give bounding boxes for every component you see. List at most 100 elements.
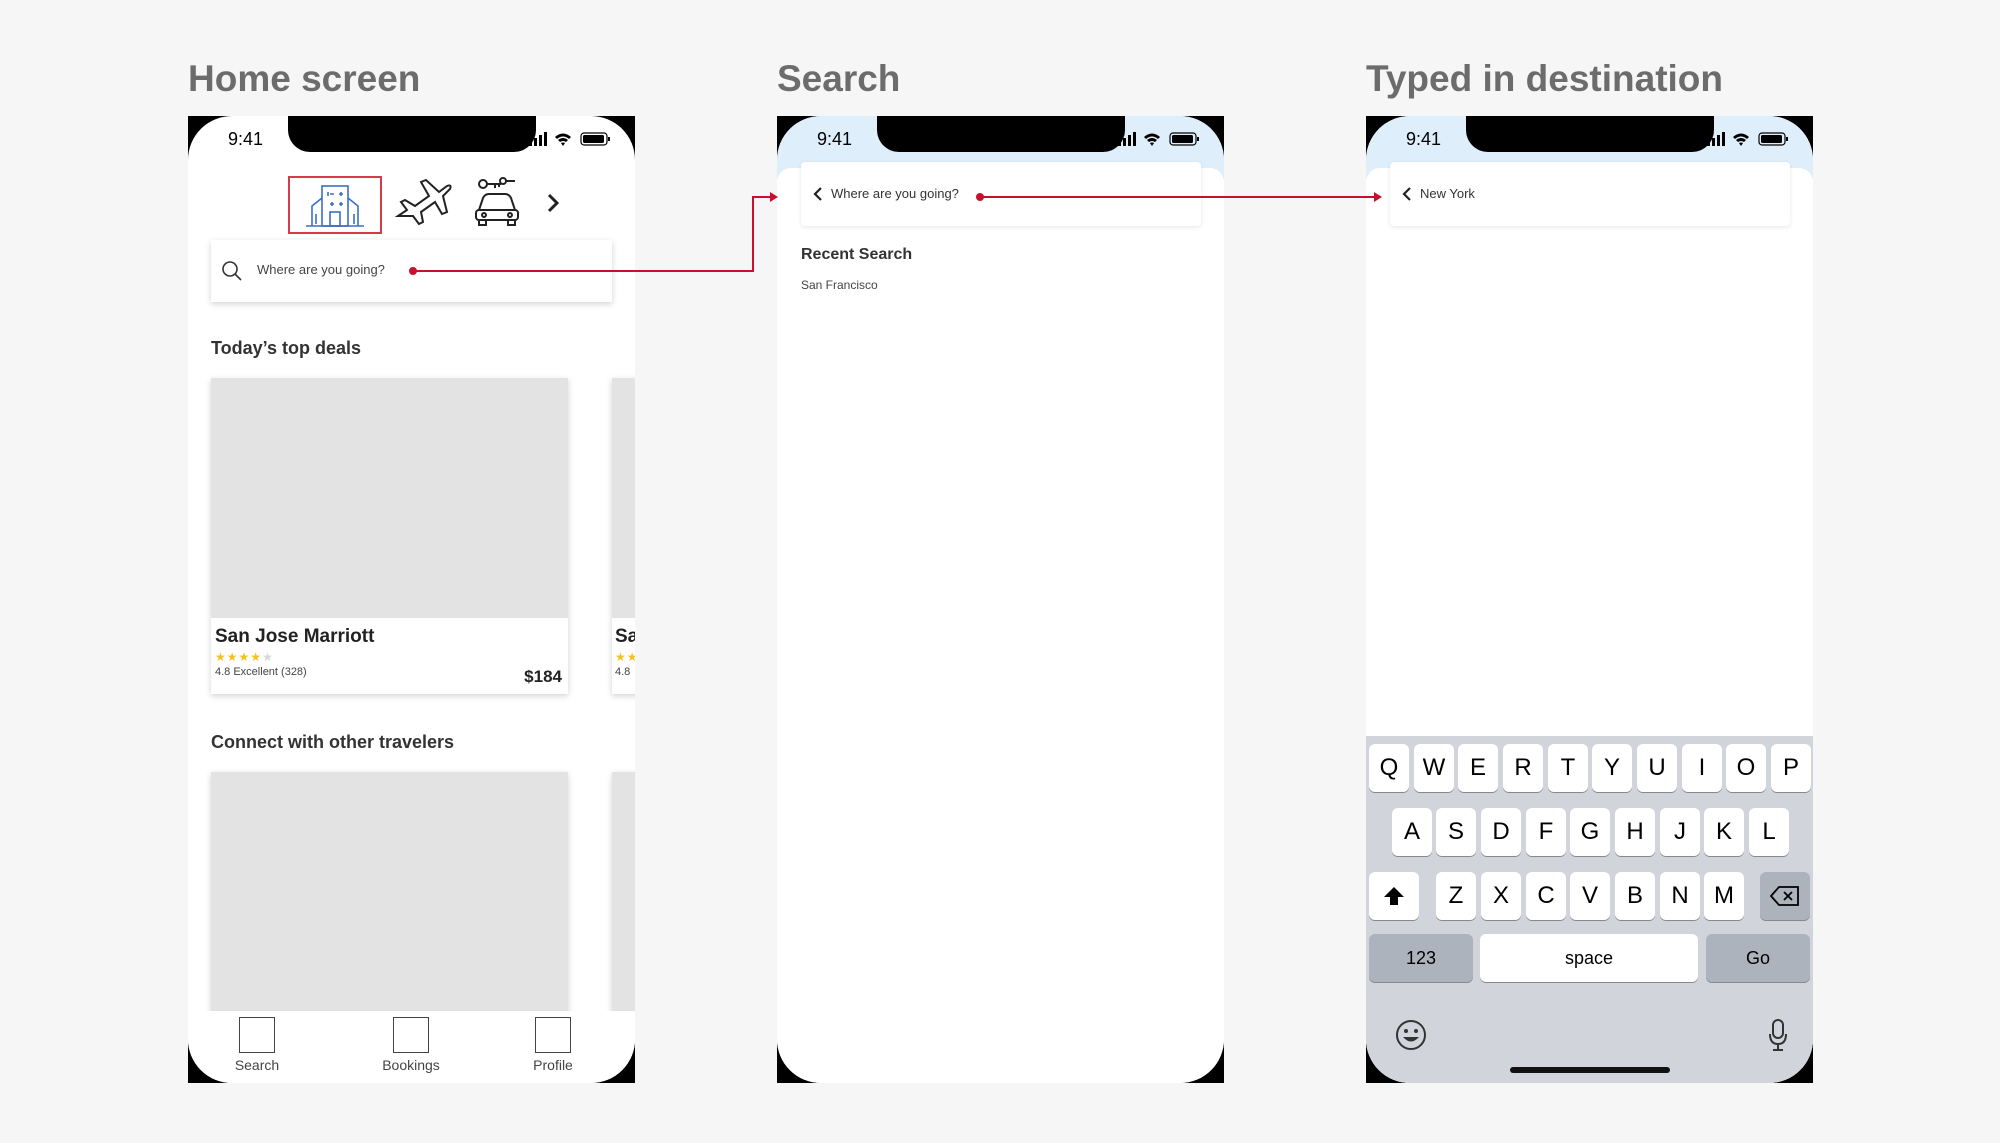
keyboard-row-2: A S D F G H J K L bbox=[1366, 808, 1813, 858]
star-rating: ★★★★★ bbox=[215, 650, 274, 664]
hotel-name: Sa bbox=[615, 626, 635, 647]
tab-search[interactable]: Search bbox=[212, 1017, 302, 1073]
star-icon: ★ bbox=[215, 650, 227, 664]
tab-search-icon bbox=[239, 1017, 275, 1053]
destination-value: New York bbox=[1420, 186, 1475, 201]
key-h[interactable]: H bbox=[1615, 808, 1655, 856]
keyboard-row-3: Z X C V B N M bbox=[1366, 872, 1813, 922]
key-v[interactable]: V bbox=[1570, 872, 1610, 920]
search-sheet bbox=[777, 168, 1224, 1083]
notch bbox=[877, 116, 1125, 152]
key-q[interactable]: Q bbox=[1369, 744, 1409, 792]
key-z[interactable]: Z bbox=[1436, 872, 1476, 920]
key-t[interactable]: T bbox=[1548, 744, 1588, 792]
status-icons bbox=[1707, 132, 1788, 146]
key-d[interactable]: D bbox=[1481, 808, 1521, 856]
tab-label: Search bbox=[234, 1057, 280, 1073]
car-rental-category-button[interactable] bbox=[473, 176, 521, 234]
rating-text: 4.8 Excellent (328) bbox=[215, 666, 307, 678]
status-icons bbox=[1118, 132, 1199, 146]
recent-search-heading: Recent Search bbox=[801, 246, 913, 263]
numbers-key[interactable]: 123 bbox=[1369, 934, 1473, 982]
home-indicator bbox=[1510, 1067, 1670, 1073]
traveler-image-placeholder bbox=[612, 772, 635, 1012]
chevron-right-icon bbox=[547, 193, 560, 213]
key-a[interactable]: A bbox=[1392, 808, 1432, 856]
key-g[interactable]: G bbox=[1570, 808, 1610, 856]
star-icon: ★ bbox=[226, 650, 239, 664]
deal-card-peek[interactable]: Sa ★★ 4.8 bbox=[612, 378, 635, 694]
search-phone: 9:41 Where are you going? Recent Search … bbox=[777, 116, 1224, 1083]
shift-key[interactable] bbox=[1369, 872, 1419, 920]
search-input[interactable]: Where are you going? bbox=[801, 162, 1201, 226]
rating-text: 4.8 bbox=[615, 666, 631, 678]
star-icon: ★ bbox=[238, 650, 251, 664]
keyboard-row-4: 123 space Go bbox=[1366, 934, 1813, 984]
deal-image-placeholder bbox=[612, 378, 635, 618]
key-r[interactable]: R bbox=[1503, 744, 1543, 792]
key-m[interactable]: M bbox=[1704, 872, 1744, 920]
status-time: 9:41 bbox=[1406, 129, 1442, 149]
hotel-name: San Jose Marriott bbox=[215, 626, 375, 647]
status-time: 9:41 bbox=[228, 129, 264, 149]
notch bbox=[288, 116, 536, 152]
car-rental-icon bbox=[475, 177, 519, 226]
keyboard-row-1: Q W E R T Y U I O P bbox=[1366, 744, 1813, 794]
key-y[interactable]: Y bbox=[1592, 744, 1632, 792]
star-rating: ★★ bbox=[615, 650, 635, 664]
search-placeholder: Where are you going? bbox=[257, 262, 385, 277]
key-x[interactable]: X bbox=[1481, 872, 1521, 920]
key-k[interactable]: K bbox=[1704, 808, 1744, 856]
flight-category-button[interactable] bbox=[393, 176, 453, 234]
tab-profile[interactable]: Profile bbox=[508, 1017, 598, 1073]
home-phone: 9:41 Where are you going? Today’s top de… bbox=[188, 116, 635, 1083]
emoji-icon[interactable] bbox=[1394, 1018, 1428, 1052]
key-s[interactable]: S bbox=[1436, 808, 1476, 856]
back-chevron-icon[interactable] bbox=[811, 186, 825, 202]
backspace-key[interactable] bbox=[1760, 872, 1810, 920]
search-placeholder: Where are you going? bbox=[831, 186, 959, 201]
key-b[interactable]: B bbox=[1615, 872, 1655, 920]
status-time: 9:41 bbox=[817, 129, 853, 149]
backspace-icon bbox=[1769, 886, 1799, 906]
typed-phone: 9:41 New York Q W E R T Y U I O P A S D … bbox=[1366, 116, 1813, 1083]
key-j[interactable]: J bbox=[1660, 808, 1700, 856]
destination-input[interactable]: New York bbox=[1390, 162, 1790, 226]
key-c[interactable]: C bbox=[1526, 872, 1566, 920]
notch bbox=[1466, 116, 1714, 152]
deal-card[interactable]: San Jose Marriott ★★★★★ 4.8 Excellent (3… bbox=[211, 378, 568, 694]
key-w[interactable]: W bbox=[1414, 744, 1454, 792]
hotel-category-button[interactable] bbox=[288, 176, 382, 234]
key-n[interactable]: N bbox=[1660, 872, 1700, 920]
search-screen-title: Search bbox=[777, 58, 901, 99]
recent-search-item[interactable]: San Francisco bbox=[801, 278, 878, 292]
key-l[interactable]: L bbox=[1749, 808, 1789, 856]
microphone-icon[interactable] bbox=[1768, 1018, 1788, 1052]
search-icon bbox=[222, 261, 242, 281]
key-e[interactable]: E bbox=[1458, 744, 1498, 792]
category-row bbox=[188, 176, 635, 240]
key-p[interactable]: P bbox=[1771, 744, 1811, 792]
more-categories-button[interactable] bbox=[538, 188, 568, 246]
key-u[interactable]: U bbox=[1637, 744, 1677, 792]
shift-icon bbox=[1384, 887, 1404, 905]
tab-label: Profile bbox=[533, 1057, 573, 1073]
status-icons bbox=[529, 132, 610, 146]
star-icon: ★ bbox=[262, 650, 274, 664]
connect-heading: Connect with other travelers bbox=[211, 732, 455, 752]
traveler-image-placeholder bbox=[211, 772, 568, 1012]
space-key[interactable]: space bbox=[1480, 934, 1698, 982]
go-key[interactable]: Go bbox=[1706, 934, 1810, 982]
deals-heading: Today’s top deals bbox=[211, 338, 362, 358]
key-i[interactable]: I bbox=[1682, 744, 1722, 792]
star-icon: ★ bbox=[615, 650, 627, 664]
hotel-icon bbox=[306, 185, 364, 227]
key-f[interactable]: F bbox=[1526, 808, 1566, 856]
home-search-input[interactable]: Where are you going? bbox=[211, 240, 612, 302]
tab-profile-icon bbox=[535, 1017, 571, 1053]
key-o[interactable]: O bbox=[1726, 744, 1766, 792]
home-screen-title: Home screen bbox=[188, 58, 421, 99]
tab-bookings[interactable]: Bookings bbox=[366, 1017, 456, 1073]
tab-bookings-icon bbox=[393, 1017, 429, 1053]
back-chevron-icon[interactable] bbox=[1400, 186, 1414, 202]
